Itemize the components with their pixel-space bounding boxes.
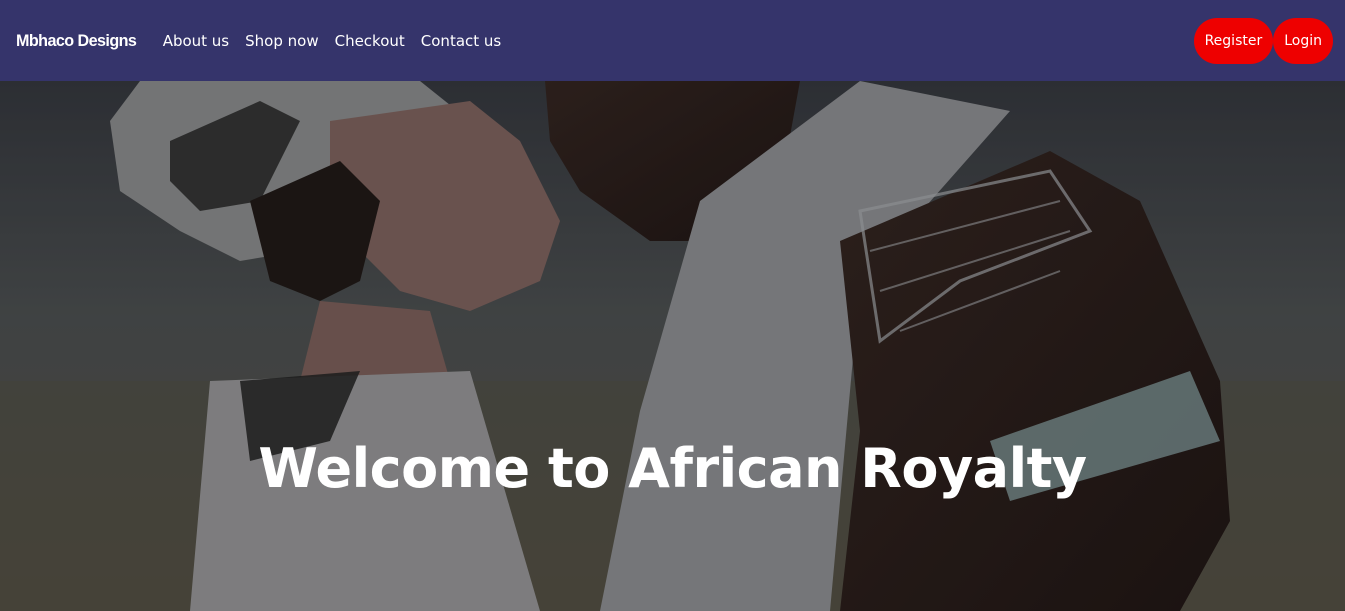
nav-link-contact-us[interactable]: Contact us (421, 32, 501, 50)
register-button[interactable]: Register (1193, 17, 1274, 64)
hero-background-image (0, 81, 1345, 611)
hero-title: Welcome to African Royalty (258, 437, 1087, 500)
nav-link-shop-now[interactable]: Shop now (245, 32, 318, 50)
brand-logo[interactable]: Mbhaco Designs (16, 31, 137, 51)
nav-link-about-us[interactable]: About us (163, 32, 229, 50)
top-navbar: Mbhaco Designs About us Shop now Checkou… (0, 0, 1345, 81)
login-button[interactable]: Login (1273, 17, 1333, 64)
hero-banner: Welcome to African Royalty (0, 81, 1345, 611)
nav-link-checkout[interactable]: Checkout (335, 32, 405, 50)
auth-buttons: Register Login (1193, 17, 1333, 64)
nav-links: About us Shop now Checkout Contact us (163, 32, 502, 50)
